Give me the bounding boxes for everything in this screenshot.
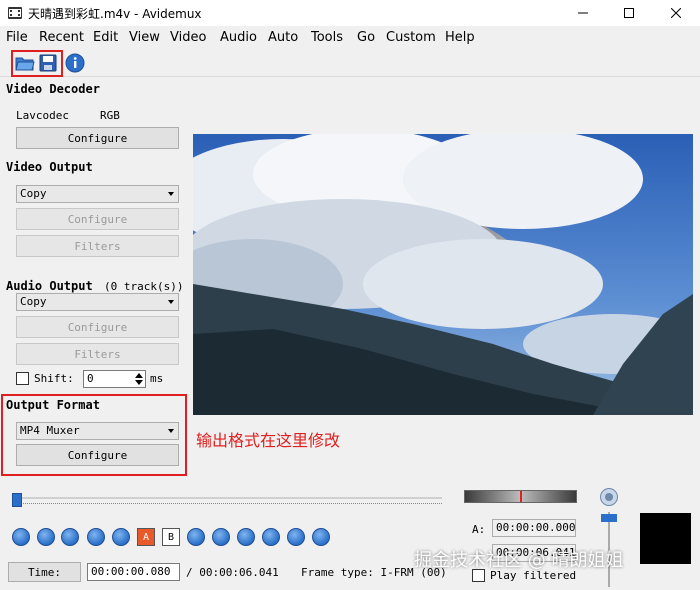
volume-button[interactable] xyxy=(600,488,618,506)
next-keyframe-button[interactable] xyxy=(112,528,130,546)
prev-keyframe-button[interactable] xyxy=(87,528,105,546)
chevron-down-icon xyxy=(168,300,174,304)
watermark-text: 掘金技术社区 @ 晴朗姐姐 xyxy=(414,550,624,571)
annotation-text: 输出格式在这里修改 xyxy=(196,431,341,450)
video-output-configure-button[interactable]: Configure xyxy=(16,208,179,230)
maximize-icon xyxy=(624,8,634,18)
total-duration: / 00:00:06.041 xyxy=(186,566,279,579)
set-marker-a-button[interactable]: A xyxy=(137,528,155,546)
menu-audio[interactable]: Audio xyxy=(220,30,257,45)
menu-recent[interactable]: Recent xyxy=(39,30,84,45)
mini-preview xyxy=(640,513,691,564)
audio-output-codec-value: Copy xyxy=(20,295,47,308)
video-preview xyxy=(193,134,693,415)
menu-tools[interactable]: Tools xyxy=(311,30,343,45)
decoder-codec: Lavcodec xyxy=(16,109,69,122)
toolbar xyxy=(0,49,700,77)
minimize-icon xyxy=(578,12,588,14)
menu-help[interactable]: Help xyxy=(445,30,475,45)
output-format-highlight-box xyxy=(1,394,187,476)
time-button[interactable]: Time: xyxy=(8,562,81,582)
set-marker-b-button[interactable]: B xyxy=(162,528,180,546)
jog-shuttle[interactable] xyxy=(464,490,577,503)
spin-arrows-icon xyxy=(135,373,143,385)
prev-frame-button[interactable] xyxy=(237,528,255,546)
avidemux-app-icon xyxy=(8,7,22,19)
menu-go[interactable]: Go xyxy=(357,30,375,45)
menu-edit[interactable]: Edit xyxy=(93,30,118,45)
toolbar-highlight-box xyxy=(11,50,63,77)
menu-file[interactable]: File xyxy=(6,30,28,45)
menu-bar: File Recent Edit View Video Audio Auto T… xyxy=(0,28,700,48)
info-icon xyxy=(65,53,85,73)
close-button[interactable] xyxy=(653,0,699,26)
video-output-filters-button[interactable]: Filters xyxy=(16,235,179,257)
volume-handle[interactable] xyxy=(601,514,617,522)
shift-value: 0 xyxy=(87,372,94,385)
audio-output-filters-button[interactable]: Filters xyxy=(16,343,179,365)
timeline-slider[interactable] xyxy=(12,493,442,507)
video-output-codec-select[interactable]: Copy xyxy=(16,185,179,203)
goto-marker-a-button[interactable] xyxy=(287,528,305,546)
close-icon xyxy=(671,8,681,18)
audio-track-count: (0 track(s)) xyxy=(104,280,184,293)
chevron-down-icon xyxy=(168,192,174,196)
decoder-colorspace: RGB xyxy=(100,109,120,122)
video-output-codec-value: Copy xyxy=(20,187,47,200)
menu-auto[interactable]: Auto xyxy=(268,30,298,45)
marker-a-time: 00:00:00.000 xyxy=(492,519,576,537)
next-frame-button[interactable] xyxy=(262,528,280,546)
shift-label: Shift: xyxy=(34,372,74,385)
menu-view[interactable]: View xyxy=(129,30,160,45)
menu-custom[interactable]: Custom xyxy=(386,30,436,45)
marker-a-label: A: xyxy=(472,523,486,536)
audio-output-codec-select[interactable]: Copy xyxy=(16,293,179,311)
shift-spinbox[interactable]: 0 xyxy=(83,370,146,388)
slider-ticks xyxy=(12,503,442,506)
current-time-input[interactable]: 00:00:00.080 xyxy=(87,563,180,581)
goto-start-button[interactable] xyxy=(187,528,205,546)
video-decoder-title: Video Decoder xyxy=(6,82,100,96)
slider-track xyxy=(12,497,442,499)
video-output-title: Video Output xyxy=(6,160,93,174)
maximize-button[interactable] xyxy=(606,0,652,26)
goto-end-button[interactable] xyxy=(212,528,230,546)
play-button[interactable] xyxy=(12,528,30,546)
shift-unit: ms xyxy=(150,372,164,385)
forward-button[interactable] xyxy=(61,528,79,546)
audio-output-title: Audio Output xyxy=(6,279,93,293)
shift-checkbox[interactable] xyxy=(16,372,29,385)
rewind-button[interactable] xyxy=(37,528,55,546)
minimize-button[interactable] xyxy=(560,0,606,26)
goto-marker-b-button[interactable] xyxy=(312,528,330,546)
title-bar: 天晴遇到彩虹.m4v - Avidemux xyxy=(0,0,700,26)
window-title: 天晴遇到彩虹.m4v - Avidemux xyxy=(28,7,202,21)
decoder-configure-button[interactable]: Configure xyxy=(16,127,179,149)
info-button[interactable] xyxy=(64,52,86,74)
video-frame-image xyxy=(193,134,693,415)
slider-handle[interactable] xyxy=(12,493,22,507)
audio-output-configure-button[interactable]: Configure xyxy=(16,316,179,338)
menu-video[interactable]: Video xyxy=(170,30,206,45)
jog-marker xyxy=(520,491,522,502)
speaker-icon xyxy=(605,493,613,501)
